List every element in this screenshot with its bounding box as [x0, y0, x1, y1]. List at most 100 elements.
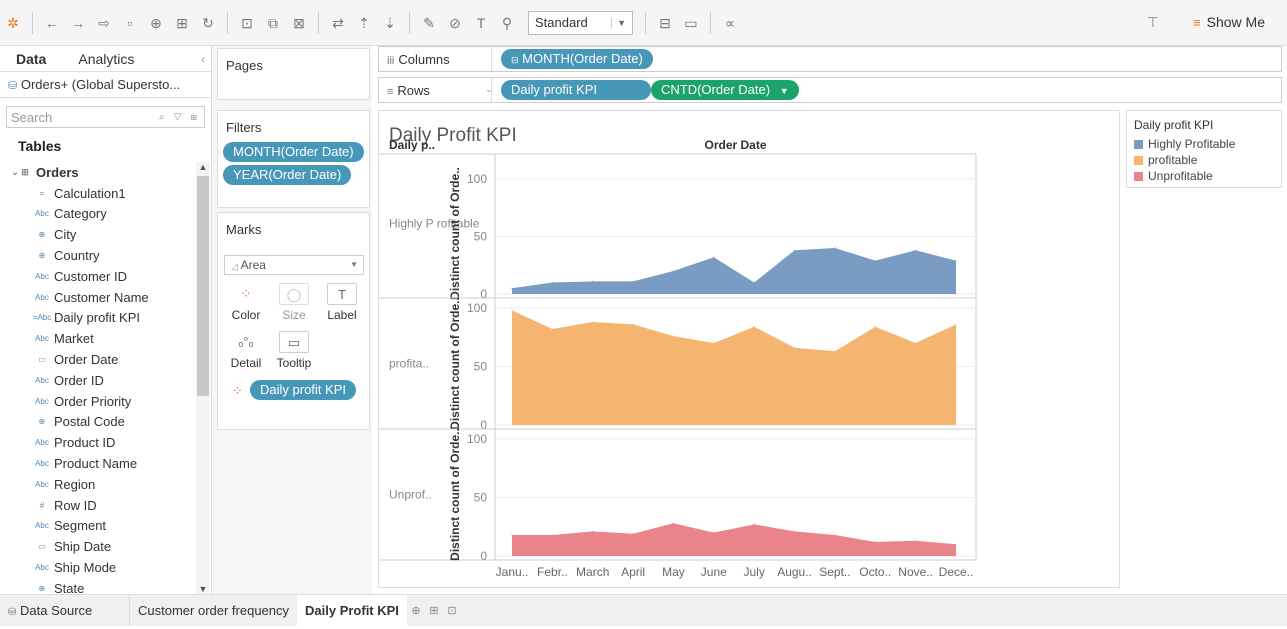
- filters-card: Filters MONTH(Order Date) YEAR(Order Dat…: [217, 110, 370, 208]
- geo-icon: ⊕: [38, 230, 46, 240]
- share-icon[interactable]: ∝: [717, 0, 743, 46]
- new-worksheet-icon[interactable]: ⊞: [169, 0, 195, 46]
- string-icon: Abc: [35, 396, 49, 406]
- field-label: Product ID: [54, 435, 116, 451]
- pin-icon[interactable]: ⊤: [1147, 14, 1159, 31]
- tab-data-source[interactable]: ⛁ Data Source: [0, 594, 130, 627]
- scroll-up-icon[interactable]: ▲: [196, 162, 210, 172]
- field-item[interactable]: # Row ID: [0, 495, 196, 516]
- field-item[interactable]: Abc Segment: [0, 516, 196, 537]
- sort-descending-icon[interactable]: ⇣: [377, 0, 403, 46]
- field-item[interactable]: = Calculation1: [0, 183, 196, 204]
- data-point: [551, 534, 553, 536]
- data-source-item[interactable]: ⛁ Orders+ (Global Supersto...: [0, 72, 211, 98]
- new-worksheet-icon[interactable]: ⊕: [407, 604, 425, 617]
- color-field-pill[interactable]: Daily profit KPI: [250, 380, 356, 400]
- field-item[interactable]: Abc Market: [0, 328, 196, 349]
- date-icon: ⊟: [511, 55, 519, 65]
- filter-pill-year[interactable]: YEAR(Order Date): [223, 165, 352, 185]
- tooltip-button[interactable]: ▭ Tooltip: [272, 331, 316, 375]
- tab-daily-profit-kpi[interactable]: Daily Profit KPI: [297, 594, 407, 627]
- field-item[interactable]: ▭ Order Date: [0, 349, 196, 370]
- swap-rows-columns-icon[interactable]: ⇄: [325, 0, 351, 46]
- data-point: [955, 543, 957, 545]
- label-button[interactable]: T Label: [320, 283, 364, 327]
- rows-pill-kpi[interactable]: Daily profit KPI: [501, 80, 651, 100]
- scroll-down-icon[interactable]: ▼: [196, 584, 210, 594]
- legend-item-unprofitable[interactable]: Unprofitable: [1127, 168, 1281, 184]
- legend-item-profitable[interactable]: profitable: [1127, 152, 1281, 168]
- rows-shelf[interactable]: ≡ Rows ⌄ Daily profit KPI CNTD(Order Date…: [378, 77, 1282, 103]
- y-tick-label: 0: [480, 549, 487, 563]
- filter-pill-month[interactable]: MONTH(Order Date): [223, 142, 364, 162]
- redo-icon[interactable]: →: [65, 0, 91, 46]
- chevron-down-icon: ▼: [611, 17, 626, 28]
- columns-pill-month[interactable]: ⊟ MONTH(Order Date): [501, 49, 653, 69]
- save-icon[interactable]: ▫: [117, 0, 143, 46]
- group-members-icon[interactable]: ⊘: [442, 0, 468, 46]
- show-labels-icon[interactable]: T: [468, 0, 494, 46]
- show-marks-icon[interactable]: ⧉: [260, 0, 286, 46]
- field-item[interactable]: Abc Region: [0, 474, 196, 495]
- columns-shelf[interactable]: iii Columns ⊟ MONTH(Order Date): [378, 46, 1282, 72]
- toolbar-divider: [710, 11, 711, 34]
- string-icon: Abc: [35, 438, 49, 448]
- scrollbar[interactable]: ▲ ▼: [196, 162, 210, 594]
- field-item[interactable]: Abc Order ID: [0, 370, 196, 391]
- area-chart[interactable]: Daily p.. Order Date 0 50 100 Highly P rofita…: [379, 111, 1121, 589]
- field-item[interactable]: Abc Customer Name: [0, 287, 196, 308]
- field-item[interactable]: ⊕ City: [0, 224, 196, 245]
- field-item[interactable]: Abc Customer ID: [0, 266, 196, 287]
- collapse-pane-icon[interactable]: ‹: [201, 52, 205, 66]
- field-label: Market: [54, 331, 94, 347]
- data-pane: Data Analytics ‹ ⛁ Orders+ (Global Super…: [0, 46, 212, 594]
- tab-customer-order-frequency[interactable]: Customer order frequency: [130, 595, 297, 627]
- field-item[interactable]: ▭ Ship Date: [0, 536, 196, 557]
- presentation-mode-icon[interactable]: ▭: [678, 0, 704, 46]
- new-story-icon[interactable]: ⊡: [443, 604, 461, 617]
- fix-axes-icon[interactable]: ⚲: [494, 0, 520, 46]
- show-cards-icon[interactable]: ⊟: [652, 0, 678, 46]
- undo-icon[interactable]: ←: [39, 0, 65, 46]
- fit-select[interactable]: Standard ▼: [528, 10, 633, 35]
- table-item-orders[interactable]: ⌄ ⊞ Orders: [0, 162, 196, 183]
- tab-data[interactable]: Data: [0, 46, 62, 72]
- row-label: Highly P rofitable: [389, 217, 480, 231]
- pause-updates-icon[interactable]: ⊡: [234, 0, 260, 46]
- new-dashboard-icon[interactable]: ⊞: [425, 604, 443, 617]
- fit-select-value: Standard: [535, 15, 588, 30]
- tab-analytics[interactable]: Analytics: [62, 46, 150, 72]
- search-input[interactable]: Search ⌕ ▽ ⊞: [6, 106, 205, 128]
- string-icon: Abc: [35, 292, 49, 302]
- clear-sheet-icon[interactable]: ⊠: [286, 0, 312, 46]
- field-item[interactable]: Abc Category: [0, 204, 196, 225]
- rows-pill-cntd[interactable]: CNTD(Order Date) ▼: [651, 80, 799, 100]
- scrollbar-thumb[interactable]: [197, 176, 209, 396]
- sort-ascending-icon[interactable]: ⇡: [351, 0, 377, 46]
- refresh-icon[interactable]: ↻: [195, 0, 221, 46]
- mark-type-select[interactable]: ◿ Area ▼: [224, 255, 364, 275]
- y-tick-label: 100: [467, 432, 487, 446]
- field-item[interactable]: ⊕ State: [0, 578, 196, 594]
- new-data-source-icon[interactable]: ⊕: [143, 0, 169, 46]
- field-item[interactable]: Abc Product Name: [0, 453, 196, 474]
- field-item[interactable]: Abc Order Priority: [0, 391, 196, 412]
- field-item[interactable]: Abc Ship Mode: [0, 557, 196, 578]
- field-item[interactable]: ⊕ Country: [0, 245, 196, 266]
- x-tick-label: Nove..: [898, 565, 933, 579]
- legend-item-highly-profitable[interactable]: Highly Profitable: [1127, 136, 1281, 152]
- field-item[interactable]: =Abc Daily profit KPI: [0, 308, 196, 329]
- tableau-logo-icon[interactable]: ✲: [0, 0, 26, 46]
- data-point: [592, 280, 594, 282]
- tooltip-icon: ▭: [279, 331, 309, 353]
- field-list: ⌄ ⊞ Orders = Calculation1 Abc Category ⊕ City ⊕ C…: [0, 162, 196, 594]
- show-me-button[interactable]: ≡ Show Me: [1193, 14, 1265, 30]
- field-label: Order Date: [54, 352, 119, 368]
- size-button[interactable]: ◯ Size: [272, 283, 316, 327]
- highlight-icon[interactable]: ✎: [416, 0, 442, 46]
- replay-icon[interactable]: ⇨: [91, 0, 117, 46]
- detail-button[interactable]: ₒ°ₒ Detail: [224, 331, 268, 375]
- field-item[interactable]: Abc Product ID: [0, 432, 196, 453]
- color-button[interactable]: ⁘ Color: [224, 283, 268, 327]
- field-item[interactable]: ⊕ Postal Code: [0, 412, 196, 433]
